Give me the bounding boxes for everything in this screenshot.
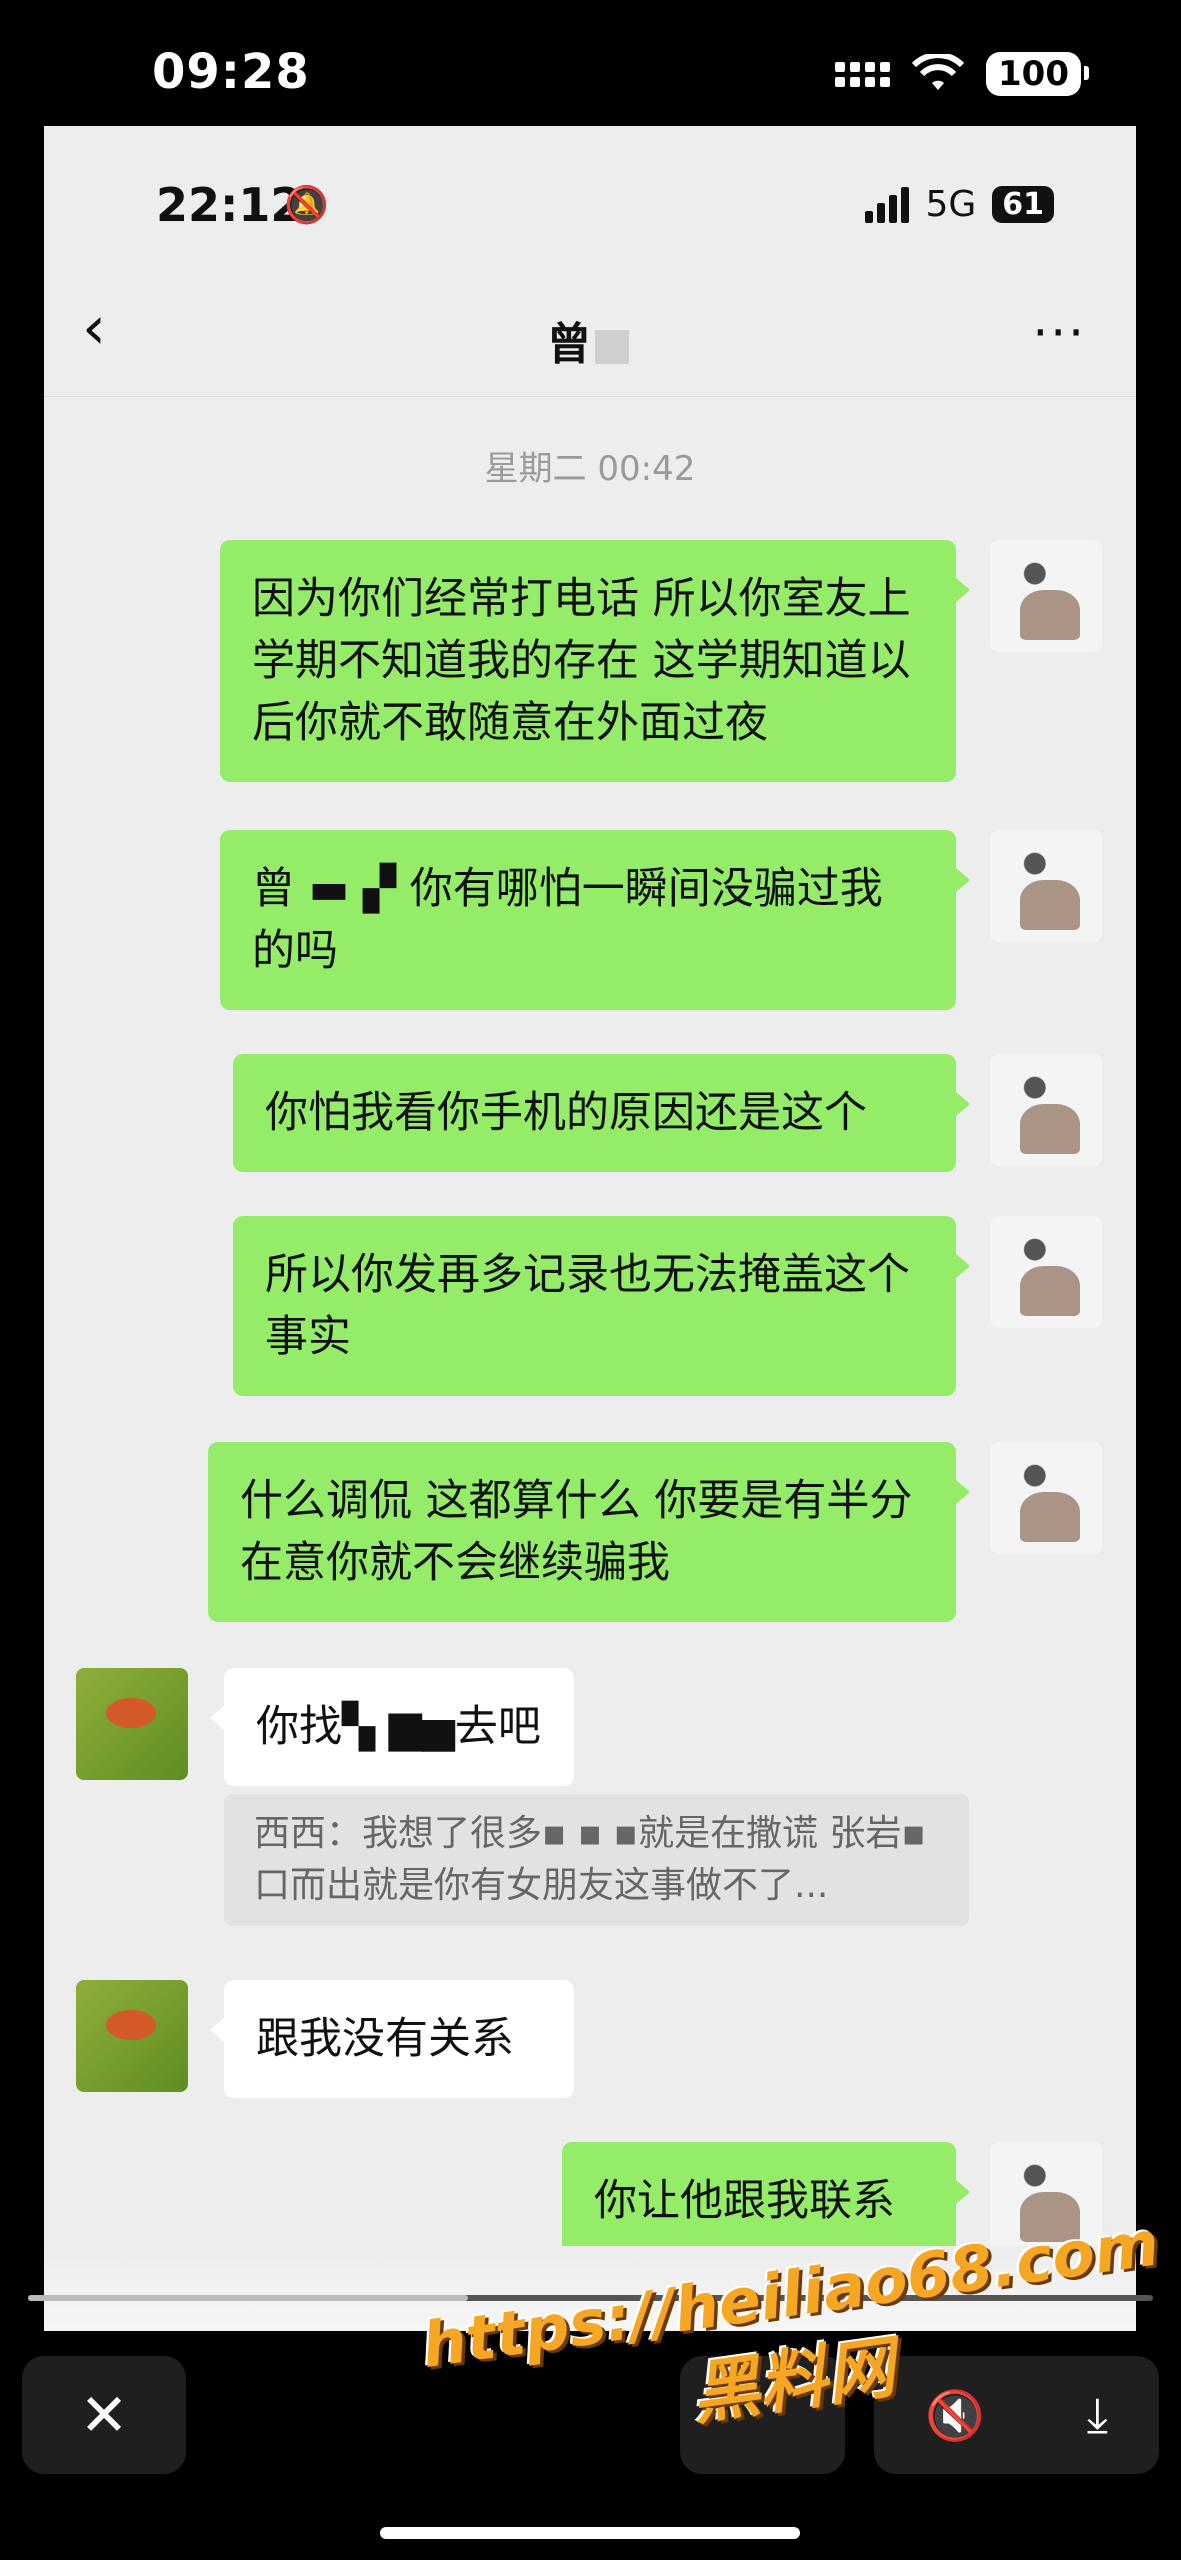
message-timestamp: 星期二 00:42 [484,449,696,489]
message-bubble-sent[interactable]: 什么调侃 这都算什么 你要是有半分在意你就不会继续骗我 [208,1442,970,1622]
avatar-self[interactable] [990,1442,1102,1554]
avatar-self[interactable] [990,540,1102,652]
wifi-icon [912,54,965,90]
inner-status-right: 5G 61 [865,184,1054,225]
avatar-self[interactable] [990,830,1102,942]
more-options-icon[interactable]: ··· [1032,304,1086,362]
message-bubble-received[interactable]: 你找▚ ▆▅去吧 [210,1668,574,1786]
network-type: 5G [925,184,977,225]
message-bubble-sent[interactable]: 你怕我看你手机的原因还是这个 [233,1054,970,1172]
muted-bell-icon: 🔕 [284,185,329,226]
outer-status-icons: 100 [835,52,1089,96]
battery-indicator: 100 [986,52,1089,96]
avatar-contact[interactable] [76,1668,188,1780]
home-indicator[interactable] [380,2527,800,2539]
message-bubble-sent[interactable]: 曾 ▬ ▞ 你有哪怕一瞬间没骗过我的吗 [220,830,970,1010]
message-bubble-received[interactable]: 跟我没有关系 [210,1980,574,2098]
quoted-message[interactable]: 西西：我想了很多▪ ▪ ▪就是在撒谎 张岩▪口而出就是你有女朋友这事做不了... [224,1794,969,1926]
video-progress-fill [28,2295,468,2301]
message-bubble-sent[interactable]: 因为你们经常打电话 所以你室友上学期不知道我的存在 这学期知道以后你就不敢随意在… [220,540,970,782]
avatar-self[interactable] [990,1216,1102,1328]
chat-screenshot: 22:12 🔕 5G 61 ‹ 曾 ··· 星期二 00:42 因为你们经常打电… [44,126,1136,2331]
cellular-icon [865,186,910,223]
signal-icon [835,61,891,87]
message-bubble-sent[interactable]: 所以你发再多记录也无法掩盖这个事实 [233,1216,970,1396]
chat-title: 曾 [44,308,1136,372]
inner-battery: 61 [992,186,1054,223]
chat-nav-bar: ‹ 曾 ··· [44,276,1136,397]
avatar-self[interactable] [990,1054,1102,1166]
close-button[interactable]: ✕ [22,2356,186,2474]
inner-status-bar: 22:12 🔕 5G 61 [44,126,1136,276]
redacted-block [595,330,629,364]
contact-name: 曾 [547,319,591,370]
inner-status-time: 22:12 [156,178,303,232]
avatar-contact[interactable] [76,1980,188,2092]
outer-status-time: 09:28 [152,44,310,100]
